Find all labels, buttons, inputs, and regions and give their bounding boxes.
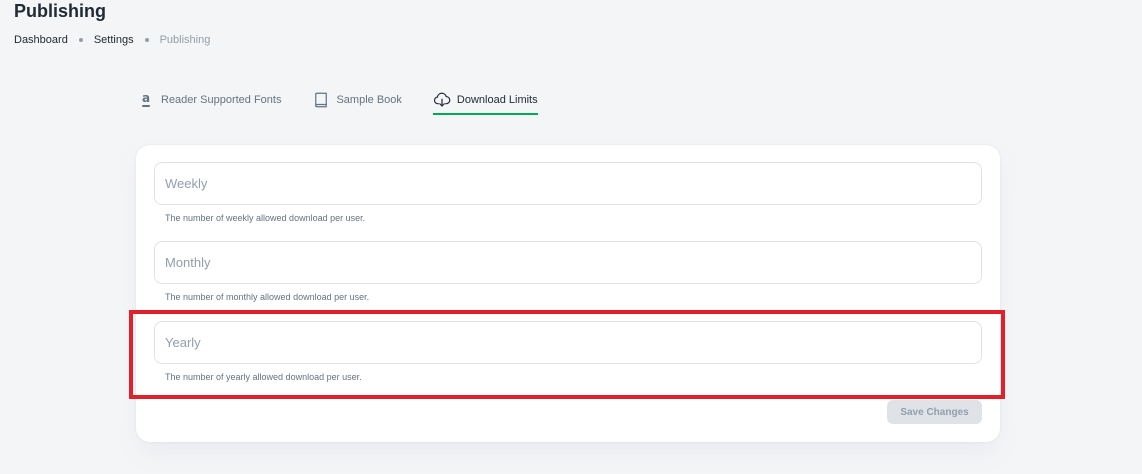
page-title: Publishing [14, 1, 106, 21]
monthly-helper-text: The number of monthly allowed download p… [165, 292, 370, 302]
tab-label: Sample Book [336, 93, 402, 106]
download-limits-card: The number of weekly allowed download pe… [136, 145, 1000, 442]
cloud-download-icon [433, 91, 451, 109]
yearly-helper-text: The number of yearly allowed download pe… [165, 372, 362, 382]
yearly-input[interactable] [154, 321, 982, 364]
breadcrumb-settings[interactable]: Settings [94, 33, 134, 47]
breadcrumb-dashboard[interactable]: Dashboard [14, 33, 68, 47]
tab-label: Reader Supported Fonts [161, 93, 282, 106]
tab-label: Download Limits [456, 93, 538, 106]
tab-download-limits[interactable]: Download Limits [432, 84, 538, 115]
book-icon [312, 91, 330, 109]
breadcrumb-separator [78, 38, 83, 42]
weekly-helper-text: The number of weekly allowed download pe… [165, 213, 366, 223]
tab-reader-supported-fonts[interactable]: a Reader Supported Fonts [137, 84, 281, 115]
tab-sample-book[interactable]: Sample Book [312, 84, 402, 115]
tab-bar: a Reader Supported Fonts Sample Book Dow… [137, 84, 569, 115]
weekly-input[interactable] [154, 162, 982, 205]
breadcrumb: Dashboard Settings Publishing [14, 33, 210, 47]
breadcrumb-current: Publishing [159, 34, 211, 46]
amazon-icon: a [141, 90, 151, 107]
monthly-input[interactable] [154, 241, 982, 284]
save-changes-button[interactable]: Save Changes [887, 400, 982, 424]
breadcrumb-separator [144, 38, 149, 42]
